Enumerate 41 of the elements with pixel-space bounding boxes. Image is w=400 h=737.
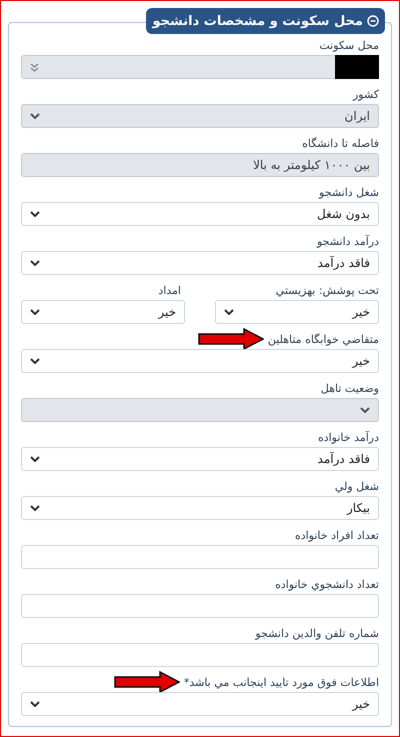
text-field[interactable]	[21, 643, 379, 667]
chevron-down-icon	[30, 701, 40, 707]
chevron-down-icon	[30, 309, 40, 315]
field-label: تعداد دانشجوي خانواده	[275, 578, 379, 590]
field-label: فاصله تا دانشگاه	[302, 136, 379, 150]
field-label: محل سکونت	[319, 38, 379, 52]
chevron-down-icon	[30, 260, 40, 266]
field-label: درآمد دانشجو	[316, 234, 379, 248]
redacted-block	[335, 55, 379, 79]
field-label: وضعیت تاهل	[320, 382, 379, 394]
chevron-down-icon	[30, 113, 40, 119]
dropdown-select[interactable]: بیکار	[21, 496, 379, 520]
section-header-tab[interactable]: محل سکونت و مشخصات دانشجو	[146, 8, 385, 34]
field-label: درآمد خانواده	[318, 430, 379, 444]
text-field[interactable]	[21, 545, 379, 569]
dropdown-select[interactable]: خیر	[21, 349, 379, 373]
field-label: کشور	[352, 88, 379, 100]
readonly-field: بین ۱۰۰۰ کیلومتر به بالا	[21, 153, 379, 177]
field-label: شغل ولي	[334, 480, 379, 492]
dropdown-select[interactable]: فاقد درآمد	[21, 251, 379, 275]
field-label: متقاضي خوابگاه متاهلين	[268, 332, 379, 346]
field-label: اطلاعات فوق مورد تایید اینجانب مي باشد*	[184, 676, 379, 688]
field-label: شغل دانشجو	[319, 186, 379, 198]
chevron-down-icon	[30, 211, 40, 217]
dropdown-select[interactable]: فاقد درآمد	[21, 447, 379, 471]
chevron-down-icon	[30, 358, 40, 364]
field-label: امداد	[158, 284, 181, 296]
chevron-down-icon	[30, 505, 40, 511]
field-label: شماره تلفن والدین دانشجو	[255, 626, 379, 640]
text-field[interactable]	[21, 594, 379, 618]
chevron-down-icon	[360, 407, 370, 413]
up-down-caret-icon	[30, 62, 39, 72]
dropdown-select[interactable]: بدون شغل	[21, 202, 379, 226]
chevron-down-icon	[30, 456, 40, 462]
chevron-down-icon	[224, 309, 234, 315]
field-label: تحت پوشش: بهزیستي	[276, 284, 379, 296]
dropdown-select[interactable]: خیر	[21, 692, 379, 716]
dropdown-select[interactable]: خیر	[21, 300, 185, 324]
field-label: تعداد افراد خانواده	[294, 528, 379, 542]
collapse-icon	[367, 15, 379, 27]
dropdown-select[interactable]: خیر	[215, 300, 379, 324]
